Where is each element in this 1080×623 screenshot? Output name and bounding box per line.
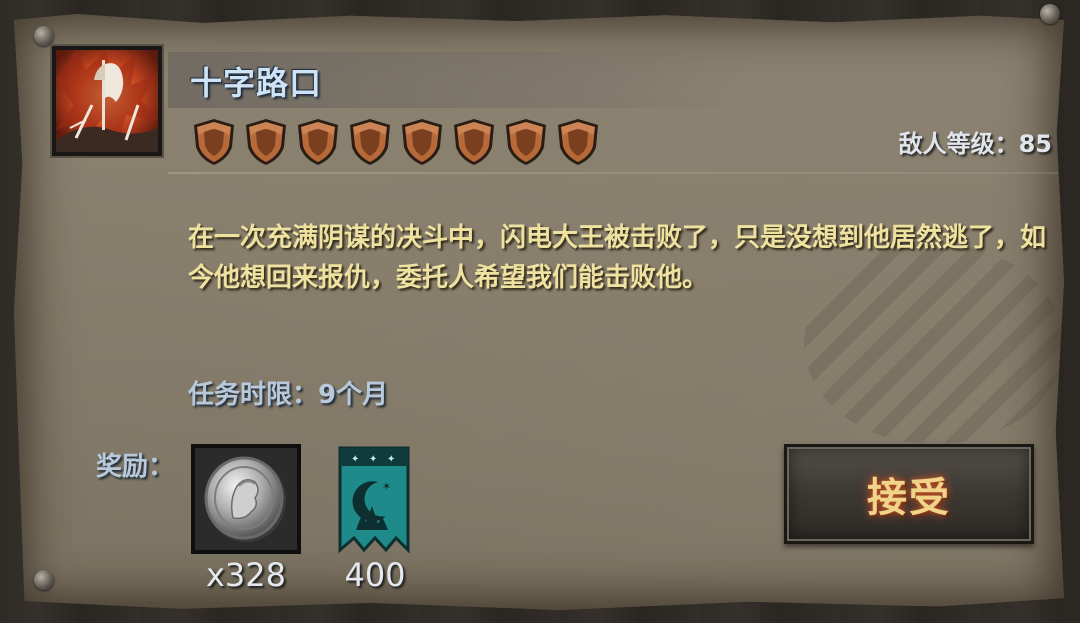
rivet-icon	[34, 26, 54, 46]
svg-text:✦: ✦	[351, 454, 359, 465]
rivet-icon	[1040, 4, 1060, 24]
shield-icon	[554, 117, 602, 167]
shield-icon	[502, 117, 550, 167]
enemy-level: 敌人等级：85	[898, 130, 1052, 158]
divider	[168, 172, 1058, 174]
quest-title: 十字路口	[190, 64, 323, 102]
difficulty-rating	[190, 117, 602, 167]
shield-icon	[294, 117, 342, 167]
shield-icon	[346, 117, 394, 167]
shield-icon	[398, 117, 446, 167]
reward-coin-count: x328	[205, 556, 286, 594]
flag-battlefield-icon	[56, 50, 158, 152]
reward-item-banner[interactable]: ✦ ✦ ✦ ✶	[320, 444, 430, 554]
shield-icon	[450, 117, 498, 167]
quest-icon	[52, 46, 162, 156]
quest-description: 在一次充满阴谋的决斗中，闪电大王被击败了，只是没想到他居然逃了，如今他想回来报仇…	[188, 223, 1047, 293]
rewards-label: 奖励：	[96, 452, 175, 482]
rivet-icon	[34, 570, 54, 590]
svg-text:✦: ✦	[387, 454, 395, 465]
silver-coin-icon	[204, 456, 286, 542]
shield-icon	[242, 117, 290, 167]
accept-button-label: 接受	[867, 475, 951, 521]
svg-text:✦: ✦	[369, 454, 377, 465]
quest-time-limit: 任务时限：9个月	[188, 380, 389, 410]
teal-banner-icon: ✦ ✦ ✦ ✶	[338, 446, 410, 554]
reward-banner-count: 400	[344, 556, 406, 594]
accept-button[interactable]: 接受	[784, 444, 1034, 544]
svg-text:✶: ✶	[382, 480, 391, 493]
shield-icon	[190, 117, 238, 167]
reward-item-coin[interactable]	[191, 444, 301, 554]
